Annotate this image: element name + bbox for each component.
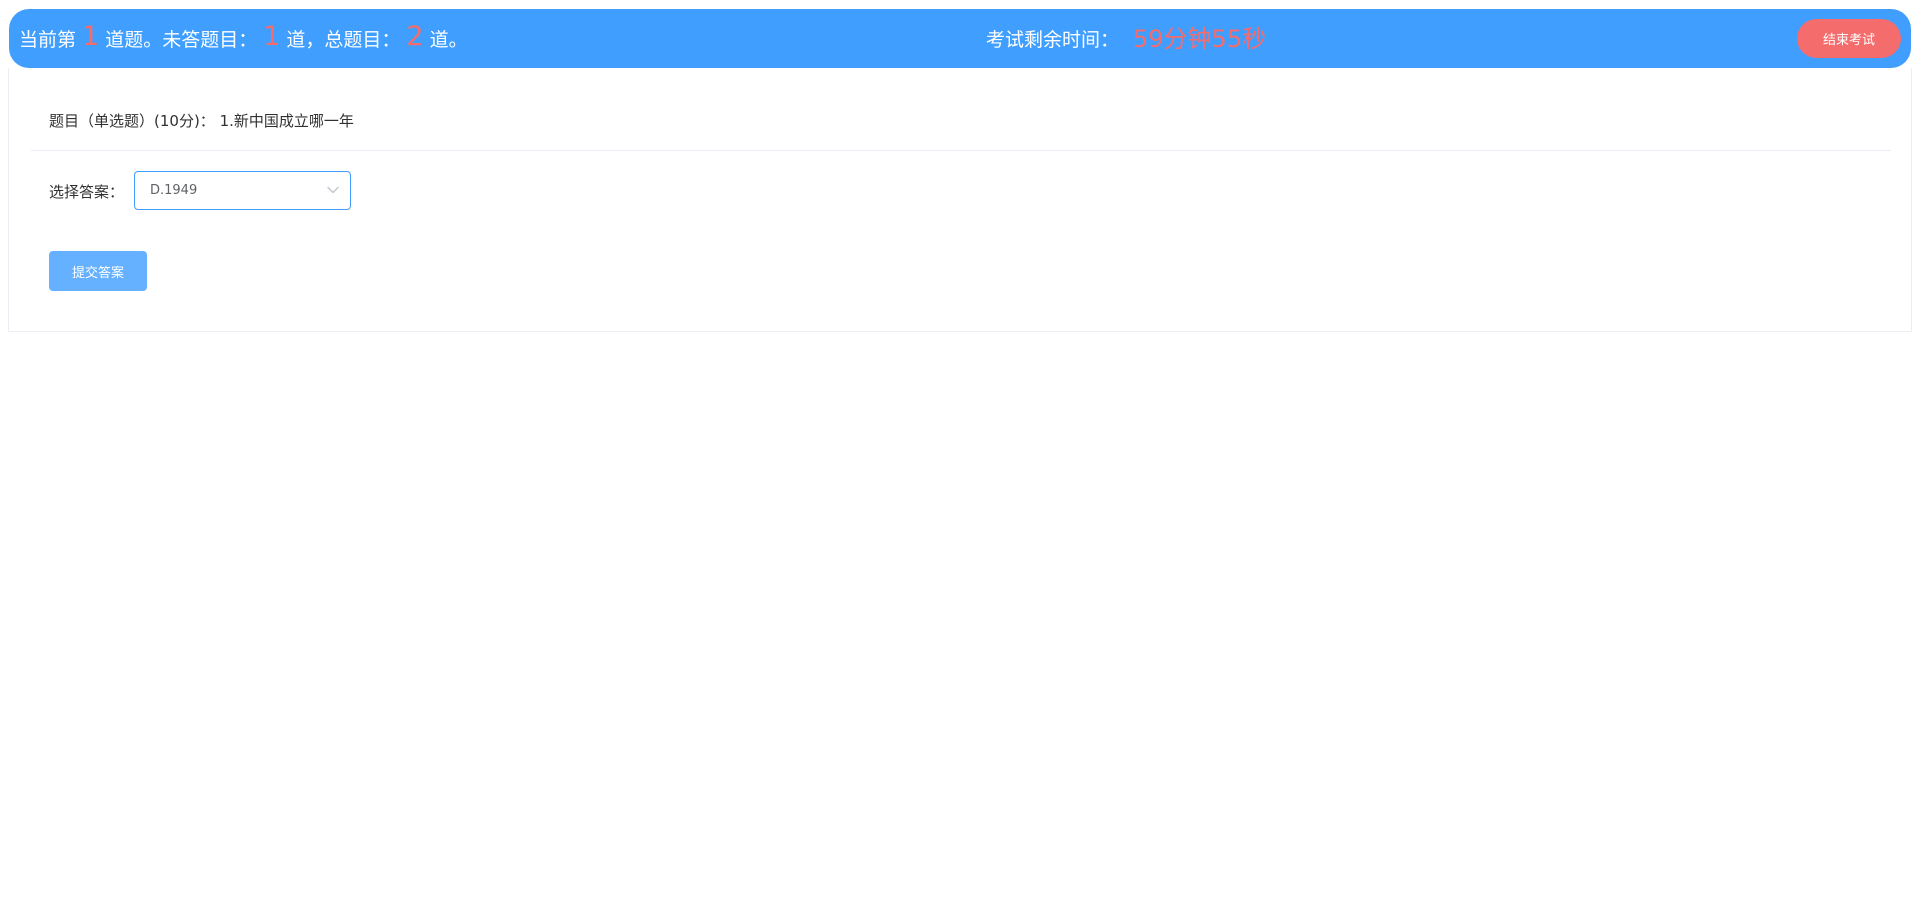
divider [31, 150, 1891, 151]
progress-suffix: 道。 [429, 29, 468, 51]
current-question-number: 1 [82, 21, 100, 52]
progress-unanswered-label: 道题。未答题目： [105, 29, 258, 51]
question-card: 题目（单选题）(10分)： 1.新中国成立哪一年 选择答案： D.1949 提交… [8, 68, 1912, 332]
answer-select[interactable]: D.1949 [134, 171, 351, 210]
unanswered-count: 1 [263, 21, 281, 52]
exam-progress-status: 当前第 1 道题。未答题目： 1 道，总题目： 2 道。 [19, 9, 468, 68]
chevron-down-icon [327, 186, 339, 194]
timer-remaining-value: 59分钟55秒 [1133, 25, 1267, 53]
exam-timer: 考试剩余时间： 59分钟55秒 [986, 9, 1266, 68]
exam-header-bar: 当前第 1 道题。未答题目： 1 道，总题目： 2 道。 考试剩余时间： 59分… [9, 9, 1911, 68]
timer-label: 考试剩余时间： [986, 29, 1120, 51]
total-question-count: 2 [406, 21, 424, 52]
question-text: 1.新中国成立哪一年 [219, 112, 354, 130]
progress-total-label: 道，总题目： [286, 29, 401, 51]
progress-prefix: 当前第 [19, 29, 77, 51]
answer-label: 选择答案： [49, 183, 125, 201]
answer-select-value: D.1949 [150, 183, 198, 198]
question-type-score: 题目（单选题）(10分)： [49, 112, 215, 130]
question-title: 题目（单选题）(10分)： 1.新中国成立哪一年 [49, 110, 354, 131]
submit-answer-button[interactable]: 提交答案 [49, 251, 147, 291]
end-exam-button[interactable]: 结束考试 [1797, 19, 1901, 58]
